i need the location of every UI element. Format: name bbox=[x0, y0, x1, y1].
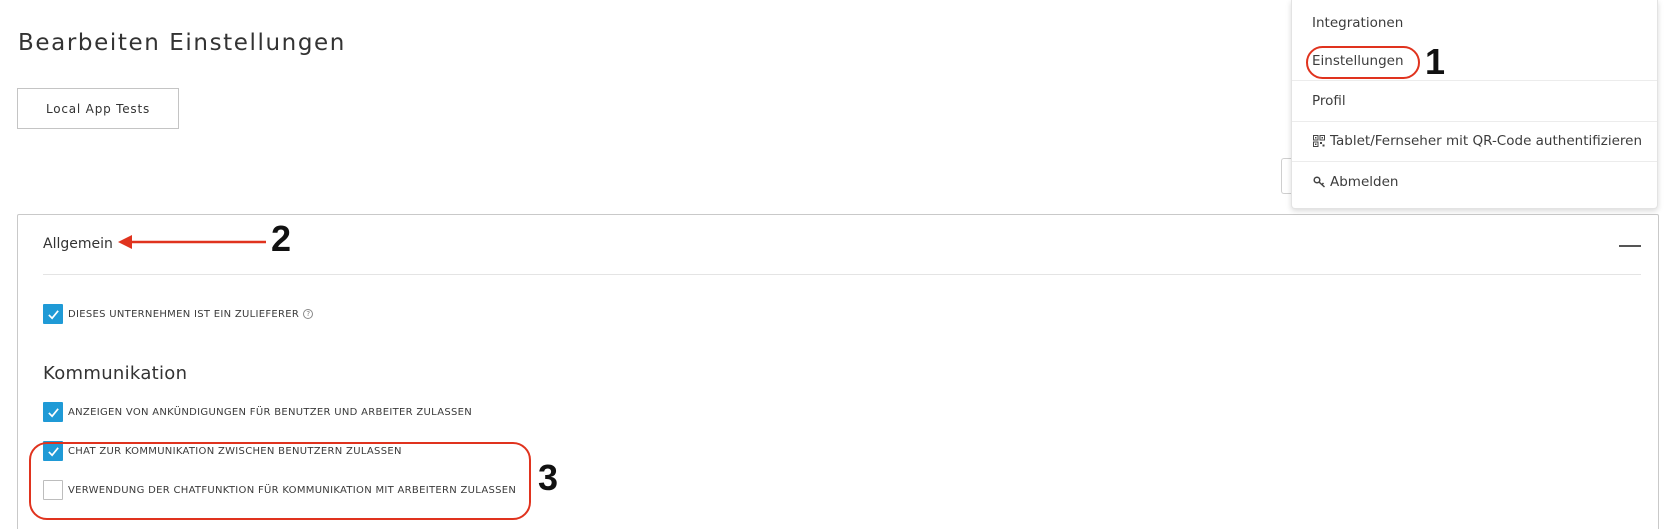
company-selector-button[interactable]: Local App Tests bbox=[17, 88, 179, 129]
user-chat-label: CHAT ZUR KOMMUNIKATION ZWISCHEN BENUTZER… bbox=[68, 445, 402, 457]
user-chat-checkbox[interactable] bbox=[43, 441, 63, 461]
worker-chat-option[interactable]: VERWENDUNG DER CHATFUNKTION FÜR KOMMUNIK… bbox=[43, 480, 516, 500]
menu-item-profil[interactable]: Profil bbox=[1292, 81, 1657, 121]
key-icon bbox=[1312, 175, 1326, 189]
user-chat-option[interactable]: CHAT ZUR KOMMUNIKATION ZWISCHEN BENUTZER… bbox=[43, 441, 402, 461]
worker-chat-label: VERWENDUNG DER CHATFUNKTION FÜR KOMMUNIK… bbox=[68, 484, 517, 496]
annotation-number-1: 1 bbox=[1425, 41, 1446, 82]
collapse-icon[interactable] bbox=[1619, 237, 1641, 253]
announcements-checkbox[interactable] bbox=[43, 402, 63, 422]
menu-item-label: Integrationen bbox=[1312, 15, 1404, 31]
checkmark-icon bbox=[47, 309, 59, 319]
worker-chat-checkbox[interactable] bbox=[43, 480, 63, 500]
menu-item-label: Abmelden bbox=[1330, 174, 1399, 190]
announcements-label: ANZEIGEN VON ANKÜNDIGUNGEN FÜR BENUTZER … bbox=[68, 406, 473, 418]
settings-panel: Allgemein DIESES UNTERNEHMEN IST EIN ZUL… bbox=[17, 214, 1659, 529]
supplier-checkbox[interactable] bbox=[43, 304, 63, 324]
checkmark-icon bbox=[47, 446, 59, 456]
panel-divider bbox=[43, 274, 1641, 275]
menu-item-qr-auth[interactable]: Tablet/Fernseher mit QR-Code authentifiz… bbox=[1292, 121, 1657, 161]
menu-item-label: Tablet/Fernseher mit QR-Code authentifiz… bbox=[1330, 133, 1643, 149]
communication-heading: Kommunikation bbox=[43, 363, 188, 384]
user-menu-dropdown: Integrationen Einstellungen Profil Table… bbox=[1291, 0, 1658, 209]
panel-title: Allgemein bbox=[43, 236, 113, 252]
page-title: Bearbeiten Einstellungen bbox=[18, 30, 346, 56]
announcements-option[interactable]: ANZEIGEN VON ANKÜNDIGUNGEN FÜR BENUTZER … bbox=[43, 402, 472, 422]
menu-item-integrationen[interactable]: Integrationen bbox=[1292, 3, 1657, 43]
qr-code-icon bbox=[1312, 134, 1326, 148]
supplier-label: DIESES UNTERNEHMEN IST EIN ZULIEFERER bbox=[68, 308, 300, 320]
checkmark-icon bbox=[47, 407, 59, 417]
supplier-option[interactable]: DIESES UNTERNEHMEN IST EIN ZULIEFERER ? bbox=[43, 304, 314, 324]
annotation-number-2: 2 bbox=[271, 218, 292, 259]
question-circle-icon[interactable]: ? bbox=[303, 309, 314, 319]
menu-item-abmelden[interactable]: Abmelden bbox=[1292, 162, 1657, 202]
annotation-arrow-2 bbox=[118, 235, 266, 249]
menu-item-label: Profil bbox=[1312, 93, 1346, 109]
menu-item-label: Einstellungen bbox=[1312, 53, 1404, 69]
annotation-number-3: 3 bbox=[538, 457, 559, 498]
menu-item-einstellungen[interactable]: Einstellungen bbox=[1292, 41, 1657, 81]
